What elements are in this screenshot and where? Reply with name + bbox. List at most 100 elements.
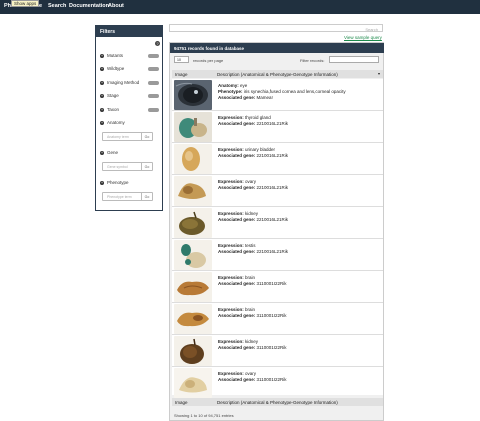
table-row[interactable]: Expression: ovary Associated gene: 31100… xyxy=(172,367,383,399)
results-rows: Anatomy: eye Phenotype: iris synechia,fu… xyxy=(172,79,383,399)
nav-search[interactable]: Search xyxy=(48,3,66,9)
filter-label: Gene xyxy=(107,150,119,155)
thyroid-thumbnail[interactable] xyxy=(174,112,212,142)
anatomy-go-button[interactable]: Go xyxy=(141,133,152,141)
key-label: Associated gene: xyxy=(218,185,256,190)
brain-thumbnail[interactable] xyxy=(174,304,212,334)
column-image[interactable]: Image xyxy=(175,72,188,77)
phenotype-placeholder: Phenotype term xyxy=(107,195,132,199)
table-row[interactable]: Expression: thyroid gland Associated gen… xyxy=(172,111,383,143)
nav-documentation[interactable]: Documentation xyxy=(69,3,109,9)
filter-anatomy[interactable]: + Anatomy xyxy=(100,120,162,128)
plus-icon[interactable]: + xyxy=(100,121,104,125)
key-label: Expression: xyxy=(218,115,244,120)
bladder-thumbnail[interactable] xyxy=(174,144,212,174)
anatomy-search-input[interactable]: Anatomy term Go xyxy=(102,132,153,141)
table-row[interactable]: Anatomy: eye Phenotype: iris synechia,fu… xyxy=(172,79,383,111)
results-panel: 94751 records found in database 10 recor… xyxy=(169,42,384,421)
table-row[interactable]: Expression: ovary Associated gene: 22100… xyxy=(172,175,383,207)
eye-thumbnail[interactable] xyxy=(174,80,212,110)
row-description: Expression: brain Associated gene: 31100… xyxy=(218,275,286,287)
value-text: 2210016L21Rik xyxy=(256,185,289,190)
footer-column-description: Description (Anatomical & Phenotype-Geno… xyxy=(217,399,338,405)
key-label: Expression: xyxy=(218,147,244,152)
view-sample-query-link[interactable]: View sample query xyxy=(344,35,382,40)
value-text: urinary bladder xyxy=(245,147,276,152)
table-row[interactable]: Expression: testis Associated gene: 2210… xyxy=(172,239,383,271)
nav-about[interactable]: About xyxy=(108,3,124,9)
key-label: Anatomy: xyxy=(218,83,239,88)
anatomy-placeholder: Anatomy term xyxy=(107,135,129,139)
filter-taxon[interactable]: + Taxon xyxy=(100,107,162,115)
phenotype-go-button[interactable]: Go xyxy=(141,193,152,201)
filter-label: Phenotype xyxy=(107,180,129,185)
value-text: kidney xyxy=(245,211,259,216)
plus-icon[interactable]: + xyxy=(100,108,104,112)
help-icon[interactable]: ? xyxy=(155,41,160,46)
sort-icon[interactable]: ▾ xyxy=(378,71,380,76)
filter-records-label: Filter records: xyxy=(300,57,325,63)
filters-panel: Filters ? + Mutants + Wildtype + Imaging… xyxy=(95,25,163,211)
row-description: Expression: brain Associated gene: 31100… xyxy=(218,307,286,319)
key-label: Associated gene: xyxy=(218,281,256,286)
column-description[interactable]: Description (Anatomical & Phenotype-Geno… xyxy=(217,72,338,77)
value-text: ovary xyxy=(245,371,257,376)
gene-search-input[interactable]: Gene symbol Go xyxy=(102,162,153,171)
filter-stage[interactable]: + Stage xyxy=(100,93,162,101)
key-label: Associated gene: xyxy=(218,95,256,100)
per-page-select[interactable]: 10 xyxy=(174,56,189,63)
table-controls: 10 records per page Filter records: xyxy=(174,56,384,66)
row-description: Expression: ovary Associated gene: 22100… xyxy=(218,179,288,191)
table-row[interactable]: Expression: urinary bladder Associated g… xyxy=(172,143,383,175)
value-text: 3110001I22Rik xyxy=(256,345,287,350)
value-text: 3110001I22Rik xyxy=(256,313,287,318)
search-placeholder: Search xyxy=(365,26,378,32)
entries-info: Showing 1 to 10 of 94,751 entries xyxy=(174,413,234,418)
key-label: Associated gene: xyxy=(218,217,256,222)
value-text: 2210016L21Rik xyxy=(256,249,289,254)
gene-go-button[interactable]: Go xyxy=(141,163,152,171)
table-row[interactable]: Expression: brain Associated gene: 31100… xyxy=(172,271,383,303)
row-description: Anatomy: eye Phenotype: iris synechia,fu… xyxy=(218,83,346,101)
value-text: thyroid gland xyxy=(245,115,271,120)
value-text: Mamea! xyxy=(256,95,273,100)
value-text: eye xyxy=(240,83,248,88)
key-label: Expression: xyxy=(218,211,244,216)
kidney-thumbnail[interactable] xyxy=(174,336,212,366)
table-header: Image Description (Anatomical & Phenotyp… xyxy=(172,70,383,78)
filter-records-input[interactable] xyxy=(329,56,379,63)
nav-phenoimage-suffix[interactable]: e xyxy=(39,3,42,9)
ovary-thumbnail[interactable] xyxy=(174,176,212,206)
filter-label: Imaging Method xyxy=(107,80,140,85)
plus-icon[interactable]: + xyxy=(100,151,104,155)
table-row[interactable]: Expression: brain Associated gene: 31100… xyxy=(172,303,383,335)
plus-icon[interactable]: + xyxy=(100,67,104,71)
testis-thumbnail[interactable] xyxy=(174,240,212,270)
per-page-value: 10 xyxy=(177,58,181,62)
value-text: 3110001I22Rik xyxy=(256,377,287,382)
plus-icon[interactable]: + xyxy=(100,181,104,185)
table-row[interactable]: Expression: kidney Associated gene: 3110… xyxy=(172,335,383,367)
kidney-thumbnail[interactable] xyxy=(174,208,212,238)
tooltip: Show apps xyxy=(11,0,40,7)
row-description: Expression: testis Associated gene: 2210… xyxy=(218,243,288,255)
filter-mutants[interactable]: + Mutants xyxy=(100,53,162,61)
brain-thumbnail[interactable] xyxy=(174,272,212,302)
count-badge xyxy=(148,81,159,85)
value-text: testis xyxy=(245,243,256,248)
ovary-thumbnail[interactable] xyxy=(174,368,212,398)
filter-gene[interactable]: + Gene xyxy=(100,150,162,158)
filter-phenotype[interactable]: + Phenotype xyxy=(100,180,162,188)
filter-imaging-method[interactable]: + Imaging Method xyxy=(100,80,162,88)
main-search-input[interactable]: Search xyxy=(169,24,383,32)
table-row[interactable]: Expression: kidney Associated gene: 2210… xyxy=(172,207,383,239)
phenotype-search-input[interactable]: Phenotype term Go xyxy=(102,192,153,201)
plus-icon[interactable]: + xyxy=(100,94,104,98)
filter-wildtype[interactable]: + Wildtype xyxy=(100,66,162,74)
key-label: Associated gene: xyxy=(218,249,256,254)
plus-icon[interactable]: + xyxy=(100,81,104,85)
value-text: kidney xyxy=(245,339,259,344)
plus-icon[interactable]: + xyxy=(100,54,104,58)
footer-column-image: Image xyxy=(175,399,188,405)
key-label: Associated gene: xyxy=(218,153,256,158)
